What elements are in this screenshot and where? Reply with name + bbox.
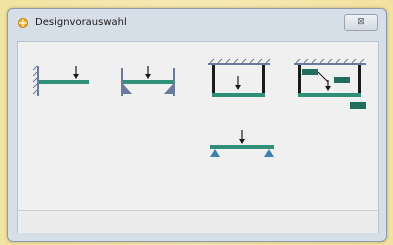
load-arrow-icon	[235, 76, 241, 90]
label-tag	[302, 69, 318, 75]
window-title: Designvorauswahl	[35, 17, 127, 28]
design-gallery	[17, 41, 379, 233]
design-propped-beam[interactable]	[118, 62, 180, 102]
beam	[39, 80, 89, 84]
load-arrow-icon	[145, 66, 151, 79]
right-column	[262, 65, 265, 95]
left-column	[298, 65, 301, 95]
support-hatch	[295, 58, 365, 64]
load-arrow-icon	[325, 80, 331, 91]
left-pin-support	[210, 149, 220, 157]
left-column	[212, 65, 215, 95]
beam	[212, 93, 265, 97]
right-roller-support	[264, 149, 274, 157]
status-bar	[18, 210, 378, 233]
leader-line	[317, 71, 329, 83]
label-tag	[334, 77, 350, 83]
load-arrow-icon	[73, 66, 79, 79]
left-haunch	[123, 84, 132, 94]
support-hatch	[32, 65, 38, 95]
beam	[210, 145, 274, 149]
beam	[123, 80, 173, 84]
label-tag	[350, 102, 366, 109]
design-simply-supported-beam[interactable]	[206, 126, 278, 166]
design-preselection-dialog: Designvorauswahl ⊠	[7, 8, 387, 242]
design-frame-with-labels[interactable]	[290, 58, 370, 116]
right-column	[358, 65, 361, 95]
design-portal-frame[interactable]	[204, 58, 274, 104]
close-button[interactable]: ⊠	[344, 14, 378, 31]
right-haunch	[164, 84, 173, 94]
app-icon	[18, 18, 28, 28]
close-icon: ⊠	[357, 17, 365, 27]
load-arrow-icon	[239, 130, 245, 144]
beam	[298, 93, 361, 97]
title-bar[interactable]: Designvorauswahl ⊠	[8, 9, 386, 37]
support-hatch	[209, 58, 271, 64]
design-cantilever[interactable]	[32, 62, 94, 102]
